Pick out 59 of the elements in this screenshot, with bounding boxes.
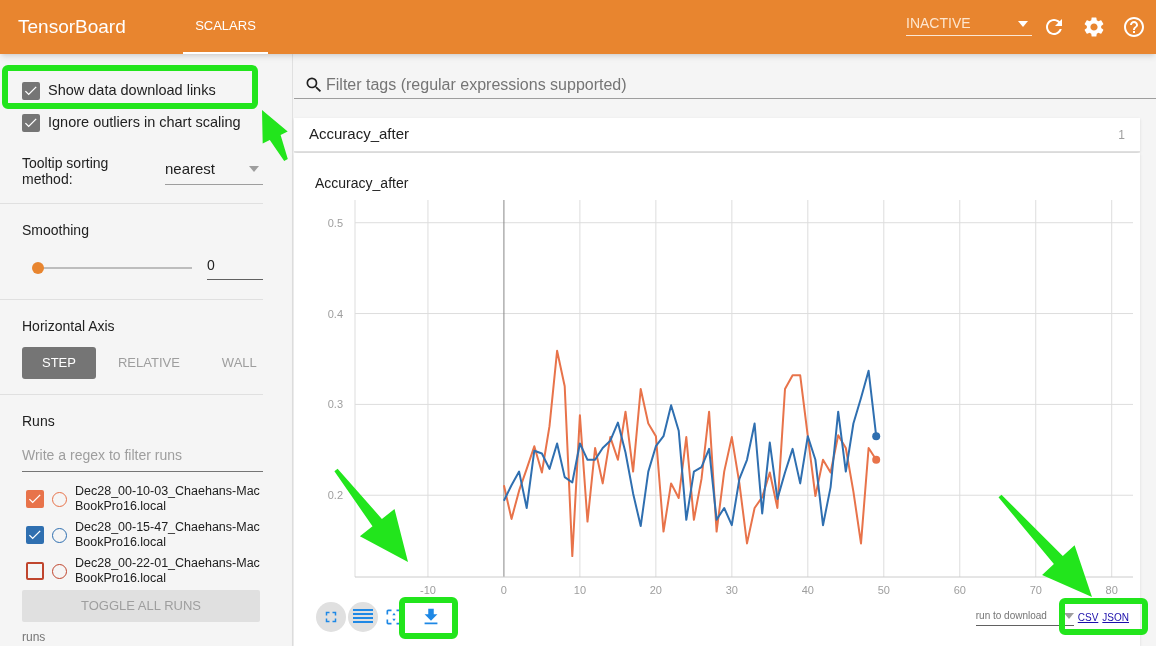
axis-tick-label: -10 (420, 584, 436, 596)
tag-filter-field[interactable]: Filter tags (regular expressions supported) (294, 72, 1156, 99)
log-scale-button[interactable] (348, 602, 378, 632)
checkbox[interactable] (22, 81, 40, 100)
run-name: Dec28_00-10-03_Chaehans-MacBookPro16.local (75, 484, 261, 514)
download-link[interactable]: JSON (1102, 609, 1129, 625)
section-title: Horizontal Axis (22, 316, 116, 336)
download-link[interactable]: CSV (1077, 609, 1099, 625)
search-icon (304, 75, 324, 95)
smoothing-input[interactable]: 0 (207, 255, 263, 281)
axis-tick-label: 0.4 (327, 307, 343, 320)
runs-label: runs (22, 629, 47, 646)
caret-icon (1018, 20, 1028, 27)
list-icon (353, 608, 373, 626)
axis-tick-label: 20 (649, 584, 662, 596)
run-select[interactable]: run to download (975, 608, 1074, 626)
highlight-frame (399, 597, 458, 639)
axis-tick-label: 50 (877, 584, 890, 596)
series-end-marker (872, 432, 881, 441)
axis-tick-label: 30 (725, 584, 738, 596)
tooltip-sorting-select[interactable]: nearest (165, 158, 263, 185)
check-icon (28, 528, 42, 542)
checkbox[interactable] (26, 526, 44, 544)
checkbox-option[interactable]: Show data download links (22, 80, 216, 102)
chart-title: Accuracy_after (315, 174, 410, 193)
annotation-arrow (262, 110, 288, 161)
chart-count: 1 (1118, 126, 1125, 144)
checkbox[interactable] (22, 113, 40, 132)
checkbox[interactable] (26, 562, 44, 580)
run-name: Dec28_00-15-47_Chaehans-MacBookPro16.local (75, 520, 261, 550)
caret-icon (1063, 612, 1074, 619)
axis-tick-label: 80 (1105, 584, 1118, 596)
run-name: Dec28_00-22-01_Chaehans-MacBookPro16.local (75, 556, 261, 586)
check-icon (28, 492, 42, 506)
axis-tick-label: 60 (953, 584, 966, 596)
placeholder-text: Filter tags (regular expressions supported) (326, 75, 627, 95)
axis-tick-label: 0.2 (327, 489, 343, 502)
category-header[interactable]: Accuracy_after 1 (294, 118, 1140, 152)
category-title: Accuracy_after (309, 124, 410, 145)
axis-tick-label: 70 (1029, 584, 1042, 596)
axis-tick-label: 0 (500, 584, 507, 596)
app-title: TensorBoard (17, 14, 127, 39)
settings-icon[interactable] (1082, 15, 1106, 39)
checkbox-option[interactable]: Ignore outliers in chart scaling (22, 111, 241, 134)
caret-icon (249, 166, 259, 173)
tooltip-sorting-label: Tooltip sorting method: (22, 155, 110, 188)
tab[interactable]: SCALARS (183, 0, 268, 54)
axis-tick-label: 10 (573, 584, 586, 596)
axis-option[interactable]: STEP (22, 346, 96, 379)
checkbox[interactable] (26, 490, 44, 508)
series-end-marker (872, 455, 881, 464)
axis-tick-label: 40 (801, 584, 814, 596)
fullscreen-button[interactable] (316, 602, 346, 632)
slider-thumb[interactable] (32, 261, 44, 274)
help-icon[interactable] (1122, 15, 1146, 39)
section-title: Runs (22, 412, 56, 431)
section-title: Smoothing (22, 221, 90, 241)
axis-tick-label: 0.5 (327, 216, 343, 229)
axis-tick-label: 0.3 (327, 398, 343, 411)
